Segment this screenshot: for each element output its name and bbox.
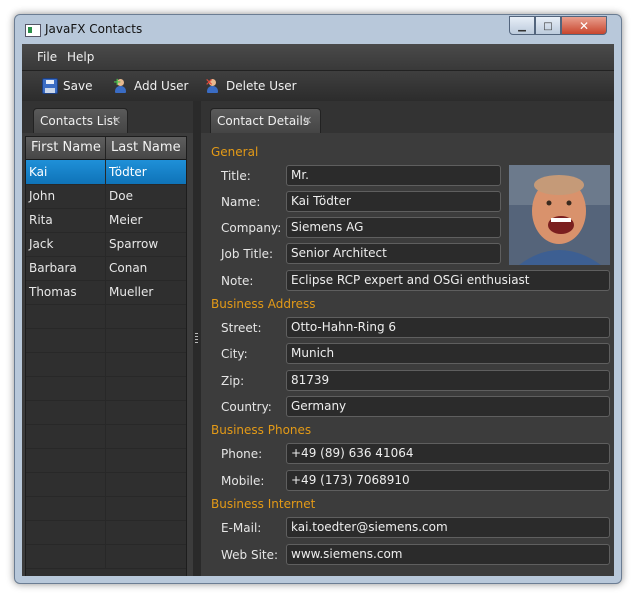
tab-contact-details-label: Contact Details (217, 114, 310, 128)
close-icon[interactable]: ✕ (112, 114, 121, 127)
delete-user-label: Delete User (226, 79, 297, 93)
column-header-last-name[interactable]: Last Name (106, 137, 186, 159)
zip-field[interactable]: 81739 (286, 370, 610, 391)
column-header-first-name[interactable]: First Name (26, 137, 106, 159)
delete-user-button[interactable]: × Delete User (205, 71, 297, 101)
table-row[interactable] (26, 328, 186, 353)
table-row[interactable]: Barbara Conan (26, 256, 186, 281)
section-general: General (211, 145, 259, 159)
add-user-icon: + (113, 78, 129, 94)
save-button[interactable]: Save (42, 71, 92, 101)
table-row[interactable] (26, 544, 186, 569)
last-name-cell: Mueller (109, 285, 154, 299)
client-area: File Help Save + Add User × Delete User … (22, 44, 614, 576)
city-label: City: (221, 347, 248, 361)
phone-label: Phone: (221, 447, 263, 461)
first-name-cell: John (26, 184, 106, 208)
close-window-button[interactable]: ✕ (561, 16, 607, 35)
first-name-cell: Barbara (26, 256, 106, 280)
name-label: Name: (221, 195, 261, 209)
section-business-phones: Business Phones (211, 423, 312, 437)
maximize-button[interactable]: □ (535, 16, 561, 35)
company-field[interactable]: Siemens AG (286, 217, 501, 238)
toolbar: Save + Add User × Delete User (22, 70, 614, 102)
table-row[interactable] (26, 352, 186, 377)
phone-field[interactable]: +49 (89) 636 41064 (286, 443, 610, 464)
first-name-cell: Rita (26, 208, 106, 232)
section-business-address: Business Address (211, 297, 316, 311)
city-field[interactable]: Munich (286, 343, 610, 364)
note-field[interactable]: Eclipse RCP expert and OSGi enthusiast (286, 270, 610, 291)
menu-bar: File Help (22, 44, 614, 70)
table-row[interactable]: John Doe (26, 184, 186, 209)
details-tab-content: General Title: Mr. Name: Kai Tödter Comp… (201, 133, 614, 576)
app-window: JavaFX Contacts ▁ □ ✕ File Help Save + A… (14, 14, 622, 584)
mobile-field[interactable]: +49 (173) 7068910 (286, 470, 610, 491)
note-label: Note: (221, 274, 254, 288)
table-row[interactable] (26, 400, 186, 425)
email-label: E-Mail: (221, 521, 262, 535)
name-field[interactable]: Kai Tödter (286, 191, 501, 212)
table-row[interactable] (26, 496, 186, 521)
first-name-cell: Thomas (26, 280, 106, 304)
title-field[interactable]: Mr. (286, 165, 501, 186)
contacts-pane: Contacts List ✕ First Name Last Name Kai… (22, 101, 193, 576)
last-name-cell: Meier (109, 213, 143, 227)
details-pane: Contact Details ✕ General Title: Mr. Nam… (201, 101, 614, 576)
country-label: Country: (221, 400, 272, 414)
last-name-cell: Sparrow (109, 237, 159, 251)
last-name-cell: Conan (109, 261, 148, 275)
contacts-table: First Name Last Name Kai Tödter John Doe R… (25, 136, 187, 576)
first-name-cell: Jack (26, 232, 106, 256)
tab-contacts-list-label: Contacts List (40, 114, 118, 128)
section-business-internet: Business Internet (211, 497, 316, 511)
contacts-tab-content: First Name Last Name Kai Tödter John Doe R… (22, 133, 193, 576)
email-field[interactable]: kai.toedter@siemens.com (286, 517, 610, 538)
table-row[interactable] (26, 448, 186, 473)
table-header: First Name Last Name (26, 137, 186, 160)
contact-photo (509, 165, 610, 265)
last-name-cell: Doe (109, 189, 133, 203)
street-field[interactable]: Otto-Hahn-Ring 6 (286, 317, 610, 338)
window-title: JavaFX Contacts (45, 22, 143, 36)
table-row[interactable] (26, 424, 186, 449)
first-name-cell: Kai (26, 160, 106, 184)
table-row[interactable]: Kai Tödter (26, 160, 186, 185)
menu-file[interactable]: File (37, 50, 57, 64)
table-row[interactable] (26, 304, 186, 329)
table-row[interactable]: Jack Sparrow (26, 232, 186, 257)
add-user-label: Add User (134, 79, 189, 93)
split-divider[interactable] (193, 101, 201, 576)
company-label: Company: (221, 221, 282, 235)
menu-help[interactable]: Help (67, 50, 94, 64)
job-title-field[interactable]: Senior Architect (286, 243, 501, 264)
contact-photo-image (509, 165, 610, 265)
zip-label: Zip: (221, 374, 245, 388)
delete-user-icon: × (205, 78, 221, 94)
add-user-button[interactable]: + Add User (113, 71, 188, 101)
website-field[interactable]: www.siemens.com (286, 544, 610, 565)
last-name-cell: Tödter (109, 165, 147, 179)
website-label: Web Site: (221, 548, 279, 562)
close-icon[interactable]: ✕ (303, 114, 312, 127)
table-row[interactable] (26, 472, 186, 497)
table-row[interactable]: Rita Meier (26, 208, 186, 233)
job-title-label: Job Title: (221, 247, 274, 261)
minimize-button[interactable]: ▁ (509, 16, 535, 35)
country-field[interactable]: Germany (286, 396, 610, 417)
app-icon (25, 24, 41, 37)
mobile-label: Mobile: (221, 474, 265, 488)
tab-contact-details[interactable]: Contact Details ✕ (210, 108, 321, 133)
table-row[interactable]: Thomas Mueller (26, 280, 186, 305)
title-label: Title: (221, 169, 251, 183)
save-icon (42, 78, 58, 94)
split-grip-icon (195, 333, 198, 343)
table-row[interactable] (26, 376, 186, 401)
table-row[interactable] (26, 520, 186, 545)
tab-contacts-list[interactable]: Contacts List ✕ (33, 108, 128, 133)
title-bar[interactable]: JavaFX Contacts ▁ □ ✕ (15, 15, 621, 43)
street-label: Street: (221, 321, 262, 335)
save-label: Save (63, 79, 93, 93)
